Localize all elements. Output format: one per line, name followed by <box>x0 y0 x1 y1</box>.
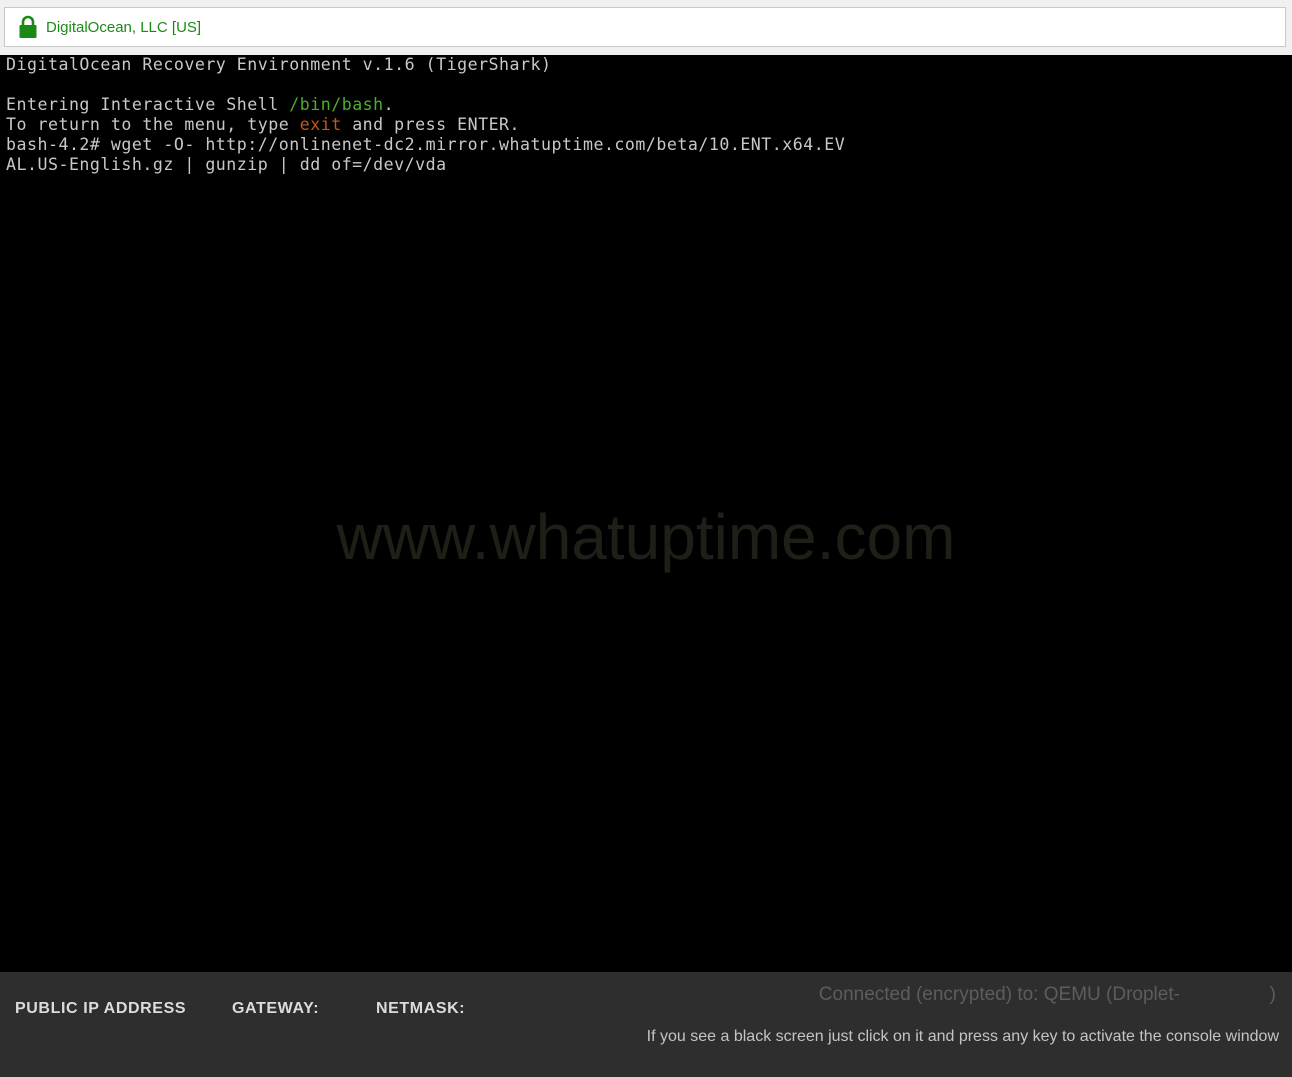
terminal-line: DigitalOcean Recovery Environment v.1.6 … <box>6 55 552 74</box>
terminal-command-line: bash-4.2# wget -O- http://onlinenet-dc2.… <box>6 135 846 154</box>
terminal-text: Entering Interactive Shell <box>6 95 290 114</box>
terminal-text: . <box>383 95 395 114</box>
public-ip-label: PUBLIC IP ADDRESS <box>15 1000 187 1017</box>
exit-keyword: exit <box>299 115 342 134</box>
site-identity[interactable]: DigitalOcean, LLC [US] <box>46 19 201 36</box>
console-terminal[interactable]: DigitalOcean Recovery Environment v.1.6 … <box>0 55 1292 972</box>
address-bar[interactable]: DigitalOcean, LLC [US] <box>4 7 1286 47</box>
browser-page: DigitalOcean, LLC [US] DigitalOcean Reco… <box>0 0 1292 1077</box>
netmask-label: NETMASK: <box>376 1000 466 1017</box>
watermark: www.whatuptime.com <box>336 501 956 573</box>
shell-path: /bin/bash <box>289 95 384 114</box>
gateway-label: GATEWAY: <box>232 1000 320 1017</box>
connection-status: Connected (encrypted) to: QEMU (Droplet-… <box>818 984 1276 1005</box>
terminal-command-line: AL.US-English.gz | gunzip | dd of=/dev/v… <box>6 155 447 174</box>
terminal-line: Entering Interactive Shell /bin/bash. <box>6 95 394 115</box>
terminal-line: To return to the menu, type exit and pre… <box>6 115 520 135</box>
console-hint: If you see a black screen just click on … <box>646 1028 1279 1045</box>
terminal-text: and press ENTER. <box>341 115 521 134</box>
terminal-text: To return to the menu, type <box>6 115 300 134</box>
lock-icon[interactable] <box>18 15 38 39</box>
console-footer: PUBLIC IP ADDRESS GATEWAY: NETMASK: Conn… <box>0 972 1292 1077</box>
